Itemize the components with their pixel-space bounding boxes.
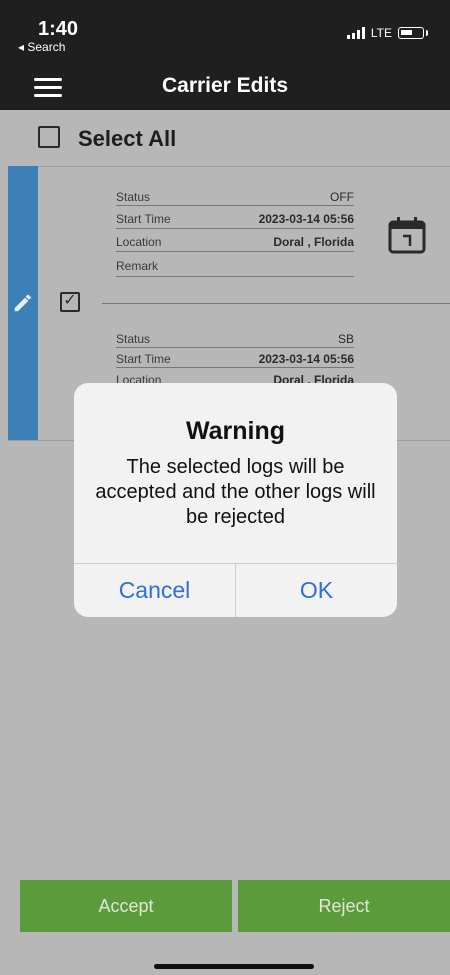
status-indicators: LTE — [346, 26, 428, 40]
log1-start-value: 2023-03-14 05:56 — [258, 212, 354, 226]
battery-tip — [426, 30, 428, 36]
cancel-button[interactable]: Cancel — [74, 564, 235, 617]
dialog-title: Warning — [185, 417, 286, 445]
log1-divider-2 — [116, 228, 354, 229]
log2-divider-1 — [116, 347, 354, 348]
pencil-icon[interactable] — [12, 292, 34, 314]
dialog-message: The selected logs will be accepted and t… — [95, 456, 376, 528]
log1-divider-4 — [116, 276, 354, 277]
log1-start-label: Start Time — [116, 212, 171, 226]
log1-divider-3 — [116, 251, 354, 252]
log1-status-label: Status — [116, 190, 151, 204]
calendar-icon[interactable] — [386, 214, 428, 256]
log2-checkbox[interactable]: ✓ — [60, 292, 80, 312]
battery-icon — [398, 27, 424, 39]
log1-location-value: Doral , Florida — [273, 235, 354, 249]
back-to-search-link[interactable]: ◂ Search — [18, 40, 65, 54]
log2-start-label: Start Time — [116, 352, 171, 366]
ok-button[interactable]: OK — [236, 564, 397, 617]
log1-divider-1 — [116, 205, 354, 206]
warning-dialog: Warning The selected logs will be accept… — [74, 383, 397, 617]
list-top-divider — [8, 166, 450, 167]
reject-button[interactable]: Reject — [238, 880, 450, 932]
select-all-checkbox[interactable] — [38, 126, 60, 148]
log1-location-label: Location — [116, 235, 162, 249]
log2-start-value: 2023-03-14 05:56 — [258, 352, 354, 366]
signal-icon — [346, 27, 365, 39]
log2-top-divider — [102, 303, 450, 304]
log2-status-label: Status — [116, 332, 151, 346]
status-time: 1:40 — [38, 18, 79, 40]
accept-button[interactable]: Accept — [20, 880, 232, 932]
log2-divider-2 — [116, 367, 354, 368]
log1-status-value: OFF — [330, 190, 354, 204]
network-label: LTE — [370, 26, 392, 40]
page-title: Carrier Edits — [161, 74, 289, 97]
log1-remark-label: Remark — [116, 259, 159, 273]
home-indicator[interactable] — [154, 964, 314, 969]
select-all-label: Select All — [78, 126, 177, 151]
log2-status-value: SB — [337, 332, 354, 346]
